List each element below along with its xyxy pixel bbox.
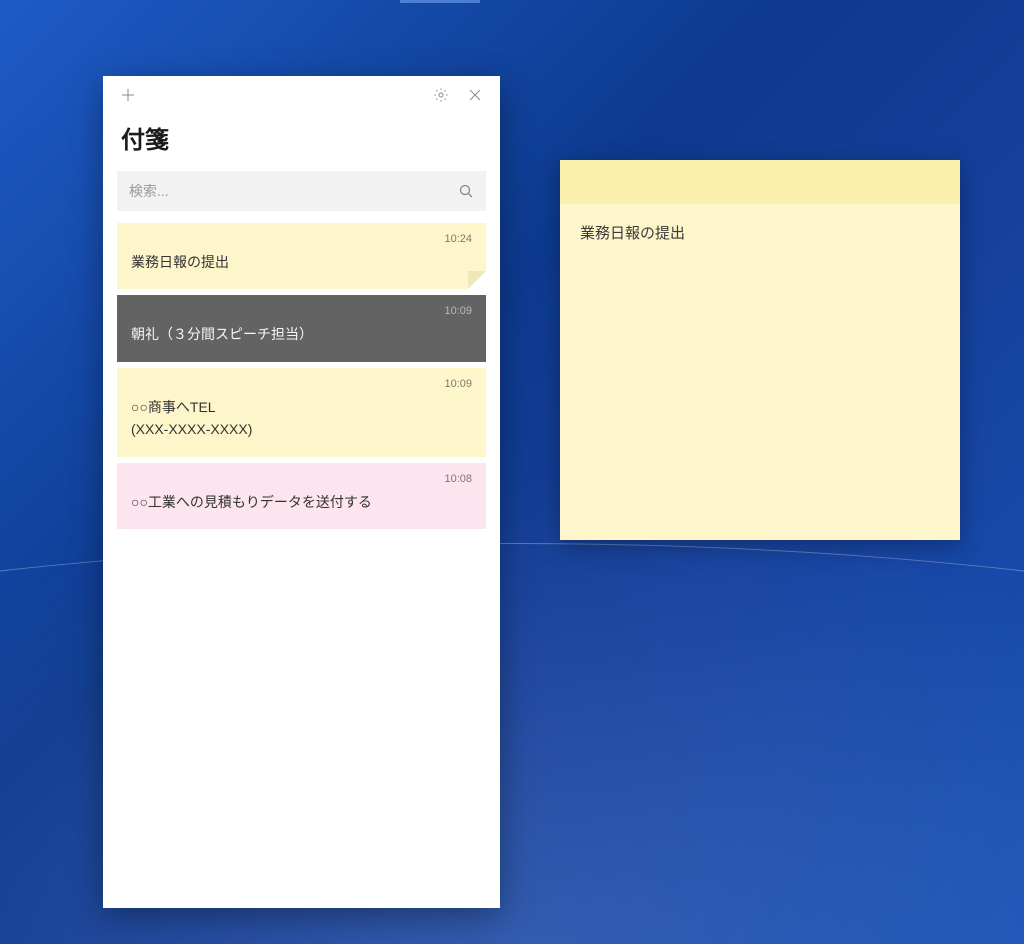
plus-icon — [120, 87, 136, 106]
note-item[interactable]: 10:24 業務日報の提出 — [117, 223, 486, 289]
note-timestamp: 10:24 — [131, 233, 472, 245]
sticky-notes-list-window: 付箋 10:24 業務日報の提出 10:09 朝礼（３分間スピーチ担当） 10:… — [103, 76, 500, 908]
note-text: ○○工業への見積もりデータを送付する — [131, 491, 472, 513]
note-text: 業務日報の提出 — [131, 251, 472, 273]
note-text: 朝礼（３分間スピーチ担当） — [131, 323, 472, 345]
note-timestamp: 10:08 — [131, 473, 472, 485]
close-icon — [467, 87, 483, 106]
search-input[interactable] — [129, 183, 458, 199]
sticky-note-content[interactable]: 業務日報の提出 — [560, 204, 960, 261]
sticky-note-header[interactable] — [560, 160, 960, 204]
note-timestamp: 10:09 — [131, 378, 472, 390]
close-button[interactable] — [458, 79, 492, 113]
note-timestamp: 10:09 — [131, 305, 472, 317]
note-item[interactable]: 10:09 ○○商事へTEL (XXX-XXXX-XXXX) — [117, 368, 486, 457]
note-item[interactable]: 10:08 ○○工業への見積もりデータを送付する — [117, 463, 486, 529]
note-text: ○○商事へTEL (XXX-XXXX-XXXX) — [131, 396, 472, 441]
sticky-note-window[interactable]: 業務日報の提出 — [560, 160, 960, 540]
search-icon — [458, 183, 474, 199]
notes-list: 10:24 業務日報の提出 10:09 朝礼（３分間スピーチ担当） 10:09 … — [103, 219, 500, 533]
gear-icon — [433, 87, 449, 106]
folded-corner-icon — [468, 271, 486, 289]
note-item[interactable]: 10:09 朝礼（３分間スピーチ担当） — [117, 295, 486, 361]
settings-button[interactable] — [424, 79, 458, 113]
search-bar[interactable] — [117, 171, 486, 211]
window-toolbar — [103, 76, 500, 116]
new-note-button[interactable] — [111, 79, 145, 113]
app-title: 付箋 — [103, 116, 500, 165]
